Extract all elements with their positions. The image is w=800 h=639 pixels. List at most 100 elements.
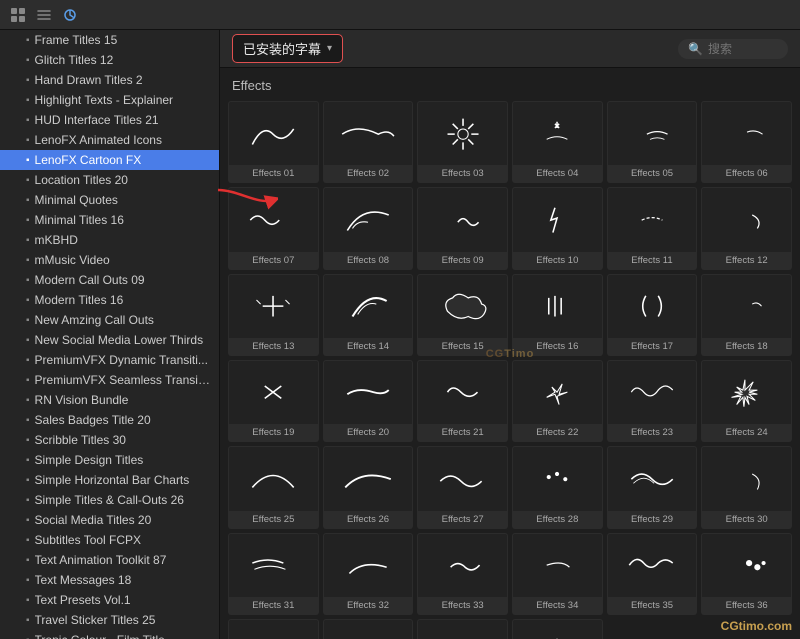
grid-thumb-07 <box>229 188 318 251</box>
grid-item-30[interactable]: Effects 30 <box>701 446 792 528</box>
grid-item-07[interactable]: Effects 07 <box>228 187 319 269</box>
grid-thumb-32 <box>324 534 413 597</box>
sidebar-item-3[interactable]: ▪Highlight Texts - Explainer <box>0 90 219 110</box>
sidebar-item-9[interactable]: ▪Minimal Titles 16 <box>0 210 219 230</box>
sidebar-item-12[interactable]: ▪Modern Call Outs 09 <box>0 270 219 290</box>
grid-item-35[interactable]: Effects 35 <box>607 533 698 615</box>
sidebar-item-label-27: Text Messages 18 <box>35 573 132 587</box>
sidebar-item-8[interactable]: ▪Minimal Quotes <box>0 190 219 210</box>
sidebar-item-2[interactable]: ▪Hand Drawn Titles 2 <box>0 70 219 90</box>
sidebar-item-5[interactable]: ▪LenoFX Animated Icons <box>0 130 219 150</box>
grid-item-38[interactable]: Effects 38 <box>323 619 414 639</box>
sidebar-item-17[interactable]: ▪PremiumVFX Seamless Transiti... <box>0 370 219 390</box>
sidebar-item-21[interactable]: ▪Simple Design Titles <box>0 450 219 470</box>
grid-item-37[interactable]: Effects 37 <box>228 619 319 639</box>
sidebar-item-label-1: Glitch Titles 12 <box>35 53 114 67</box>
toolbar-icon-3[interactable] <box>60 5 80 25</box>
grid-item-29[interactable]: Effects 29 <box>607 446 698 528</box>
grid-item-28[interactable]: Effects 28 <box>512 446 603 528</box>
top-bar: 已安装的字幕 ▾ 🔍 <box>220 30 800 68</box>
sidebar-item-23[interactable]: ▪Simple Titles & Call-Outs 26 <box>0 490 219 510</box>
sidebar-item-25[interactable]: ▪Subtitles Tool FCPX <box>0 530 219 550</box>
grid-item-32[interactable]: Effects 32 <box>323 533 414 615</box>
sidebar-item-30[interactable]: ▪Tropic Colour - Film Title <box>0 630 219 639</box>
sidebar-item-20[interactable]: ▪Scribble Titles 30 <box>0 430 219 450</box>
grid-thumb-19 <box>229 361 318 424</box>
grid-thumb-27 <box>418 447 507 510</box>
grid-thumb-08 <box>324 188 413 251</box>
grid-item-11[interactable]: Effects 11 <box>607 187 698 269</box>
grid-item-03[interactable]: Effects 03 <box>417 101 508 183</box>
grid-item-20[interactable]: Effects 20 <box>323 360 414 442</box>
grid-item-39[interactable]: Effects 39 <box>417 619 508 639</box>
installed-titles-dropdown[interactable]: 已安装的字幕 ▾ <box>232 34 343 63</box>
sidebar-item-27[interactable]: ▪Text Messages 18 <box>0 570 219 590</box>
sidebar-item-4[interactable]: ▪HUD Interface Titles 21 <box>0 110 219 130</box>
search-input[interactable] <box>708 42 778 56</box>
grid-item-27[interactable]: Effects 27 <box>417 446 508 528</box>
toolbar-icon-2[interactable] <box>34 5 54 25</box>
sidebar-item-icon-7: ▪ <box>26 175 30 186</box>
chevron-down-icon: ▾ <box>327 43 332 54</box>
grid-item-31[interactable]: Effects 31 <box>228 533 319 615</box>
sidebar-item-label-11: mMusic Video <box>35 253 110 267</box>
grid-thumb-01 <box>229 102 318 165</box>
grid-item-22[interactable]: Effects 22 <box>512 360 603 442</box>
toolbar-icon-1[interactable] <box>8 5 28 25</box>
search-box[interactable]: 🔍 <box>678 39 788 59</box>
sidebar-item-icon-0: ▪ <box>26 35 30 46</box>
grid-item-14[interactable]: Effects 14 <box>323 274 414 356</box>
grid-item-13[interactable]: Effects 13 <box>228 274 319 356</box>
sidebar-item-28[interactable]: ▪Text Presets Vol.1 <box>0 590 219 610</box>
sidebar-item-16[interactable]: ▪PremiumVFX Dynamic Transiti... <box>0 350 219 370</box>
grid-item-24[interactable]: Effects 24 <box>701 360 792 442</box>
sidebar-item-icon-2: ▪ <box>26 75 30 86</box>
grid-thumb-24 <box>702 361 791 424</box>
sidebar-item-icon-17: ▪ <box>26 375 30 386</box>
sidebar-item-22[interactable]: ▪Simple Horizontal Bar Charts <box>0 470 219 490</box>
grid-item-21[interactable]: Effects 21 <box>417 360 508 442</box>
grid-item-40[interactable]: Effects 40 <box>512 619 603 639</box>
sidebar-item-19[interactable]: ▪Sales Badges Title 20 <box>0 410 219 430</box>
sidebar-item-10[interactable]: ▪mKBHD <box>0 230 219 250</box>
grid-item-06[interactable]: Effects 06 <box>701 101 792 183</box>
grid-item-08[interactable]: Effects 08 <box>323 187 414 269</box>
grid-item-34[interactable]: Effects 34 <box>512 533 603 615</box>
sidebar-item-label-10: mKBHD <box>35 233 78 247</box>
sidebar-item-24[interactable]: ▪Social Media Titles 20 <box>0 510 219 530</box>
grid-item-10[interactable]: Effects 10 <box>512 187 603 269</box>
grid-item-16[interactable]: Effects 16 <box>512 274 603 356</box>
grid-label-01: Effects 01 <box>229 165 318 182</box>
sidebar-item-7[interactable]: ▪Location Titles 20 <box>0 170 219 190</box>
sidebar-item-1[interactable]: ▪Glitch Titles 12 <box>0 50 219 70</box>
grid-item-17[interactable]: Effects 17 <box>607 274 698 356</box>
grid-item-25[interactable]: Effects 25 <box>228 446 319 528</box>
grid-item-23[interactable]: Effects 23 <box>607 360 698 442</box>
sidebar-item-15[interactable]: ▪New Social Media Lower Thirds <box>0 330 219 350</box>
grid-item-19[interactable]: Effects 19 <box>228 360 319 442</box>
sidebar-item-13[interactable]: ▪Modern Titles 16 <box>0 290 219 310</box>
grid-item-33[interactable]: Effects 33 <box>417 533 508 615</box>
grid-item-09[interactable]: Effects 09 <box>417 187 508 269</box>
sidebar-item-14[interactable]: ▪New Amzing Call Outs <box>0 310 219 330</box>
grid-item-18[interactable]: Effects 18 <box>701 274 792 356</box>
grid-item-12[interactable]: Effects 12 <box>701 187 792 269</box>
grid-item-26[interactable]: Effects 26 <box>323 446 414 528</box>
sidebar-item-6[interactable]: ▪LenoFX Cartoon FX <box>0 150 219 170</box>
grid-item-05[interactable]: Effects 05 <box>607 101 698 183</box>
sidebar-item-icon-22: ▪ <box>26 475 30 486</box>
sidebar-item-label-13: Modern Titles 16 <box>35 293 124 307</box>
grid-item-04[interactable]: Effects 04 <box>512 101 603 183</box>
sidebar-item-11[interactable]: ▪mMusic Video <box>0 250 219 270</box>
sidebar-item-26[interactable]: ▪Text Animation Toolkit 87 <box>0 550 219 570</box>
grid-item-02[interactable]: Effects 02 <box>323 101 414 183</box>
grid-label-20: Effects 20 <box>324 424 413 441</box>
sidebar-item-29[interactable]: ▪Travel Sticker Titles 25 <box>0 610 219 630</box>
sidebar-item-0[interactable]: ▪Frame Titles 15 <box>0 30 219 50</box>
grid-item-36[interactable]: Effects 36 <box>701 533 792 615</box>
grid-label-11: Effects 11 <box>608 252 697 269</box>
grid-item-15[interactable]: Effects 15 <box>417 274 508 356</box>
sidebar-item-18[interactable]: ▪RN Vision Bundle <box>0 390 219 410</box>
grid-item-01[interactable]: Effects 01 <box>228 101 319 183</box>
grid-label-13: Effects 13 <box>229 338 318 355</box>
